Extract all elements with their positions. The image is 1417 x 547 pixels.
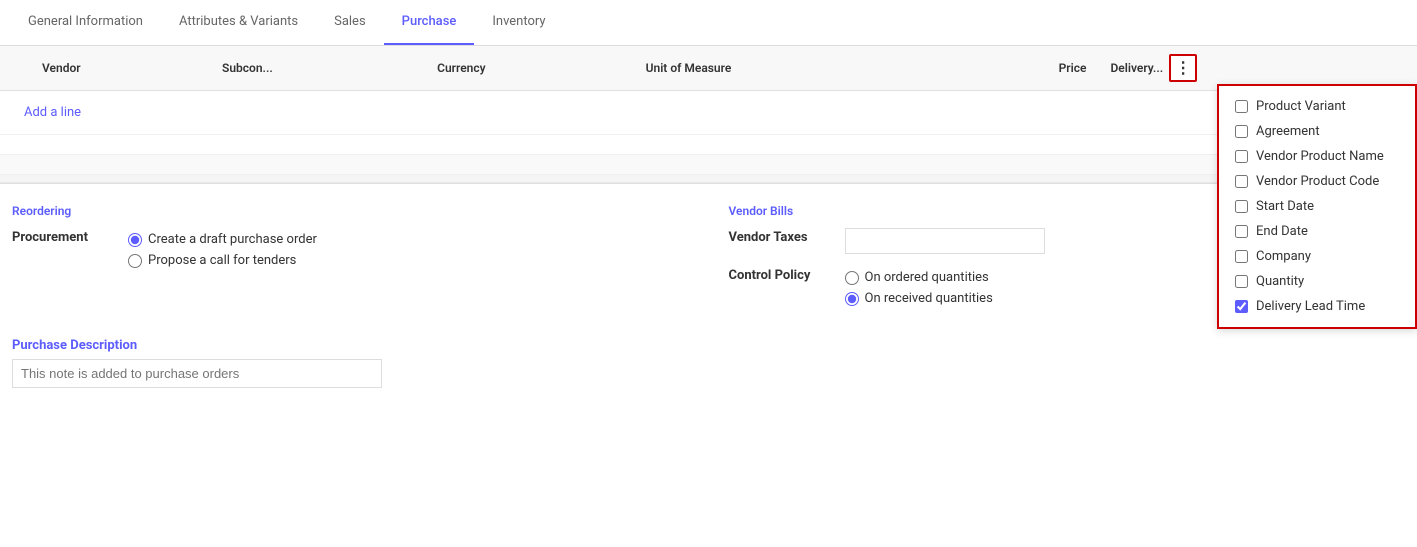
bottom-section: Reordering Procurement Create a draft pu… [0,184,1417,328]
dropdown-checkbox-agreement[interactable] [1235,125,1248,138]
dropdown-item-quantity[interactable]: Quantity [1219,269,1415,294]
control-policy-radio-label-ordered: On ordered quantities [865,270,989,285]
th-currency: Currency [425,46,633,91]
vendor-taxes-input[interactable] [845,228,1045,254]
dropdown-checkbox-quantity[interactable] [1235,275,1248,288]
procurement-row: Procurement Create a draft purchase orde… [12,228,689,268]
control-policy-option-ordered[interactable]: On ordered quantities [845,270,993,285]
dropdown-checkbox-company[interactable] [1235,250,1248,263]
dropdown-checkbox-delivery_lead_time[interactable] [1235,300,1248,313]
dropdown-checkbox-vendor_product_code[interactable] [1235,175,1248,188]
procurement-label: Procurement [12,228,112,245]
tab-bar: General InformationAttributes & Variants… [0,0,1417,46]
dropdown-item-start_date[interactable]: Start Date [1219,194,1415,219]
dropdown-checkbox-end_date[interactable] [1235,225,1248,238]
tab-sales[interactable]: Sales [316,0,384,45]
th-checkbox [0,46,30,91]
tab-general[interactable]: General Information [10,0,161,45]
dropdown-item-vendor_product_name[interactable]: Vendor Product Name [1219,144,1415,169]
procurement-option-draft[interactable]: Create a draft purchase order [128,232,317,247]
reordering-title: Reordering [12,204,689,218]
dropdown-label-end_date: End Date [1256,224,1308,239]
control-policy-radio-ordered[interactable] [845,271,859,285]
th-uom: Unit of Measure [634,46,950,91]
dropdown-label-quantity: Quantity [1256,274,1304,289]
purchase-description-input[interactable] [12,359,382,388]
dropdown-item-product_variant[interactable]: Product Variant [1219,94,1415,119]
dropdown-checkbox-product_variant[interactable] [1235,100,1248,113]
dropdown-item-vendor_product_code[interactable]: Vendor Product Code [1219,169,1415,194]
column-options-dropdown: Product Variant Agreement Vendor Product N… [1217,84,1417,329]
control-policy-option-received[interactable]: On received quantities [845,291,993,306]
dropdown-label-vendor_product_code: Vendor Product Code [1256,174,1379,189]
procurement-radio-label-tenders: Propose a call for tenders [148,253,296,268]
dropdown-checkbox-start_date[interactable] [1235,200,1248,213]
vendor-table-wrapper: VendorSubcon...CurrencyUnit of MeasurePr… [0,46,1417,184]
th-subcon: Subcon... [210,46,425,91]
procurement-option-tenders[interactable]: Propose a call for tenders [128,253,317,268]
column-options-button[interactable]: ⋮ [1169,54,1197,82]
procurement-radio-label-draft: Create a draft purchase order [148,232,317,247]
tab-attributes[interactable]: Attributes & Variants [161,0,316,45]
dropdown-item-agreement[interactable]: Agreement [1219,119,1415,144]
vendor-taxes-label: Vendor Taxes [729,228,829,245]
dropdown-label-product_variant: Product Variant [1256,99,1346,114]
tab-inventory[interactable]: Inventory [474,0,563,45]
th-price: Price [949,46,1098,91]
dropdown-label-start_date: Start Date [1256,199,1314,214]
add-line-button[interactable]: Add a line [12,99,1405,126]
reordering-section: Reordering Procurement Create a draft pu… [12,204,689,318]
dropdown-item-company[interactable]: Company [1219,244,1415,269]
procurement-radio-group: Create a draft purchase order Propose a c… [128,232,317,268]
delivery-th-wrapper: Delivery... ⋮ [1110,54,1405,82]
purchase-description-label: Purchase Description [12,338,1405,353]
control-policy-label: Control Policy [729,266,829,283]
tab-purchase[interactable]: Purchase [384,0,475,45]
dropdown-label-company: Company [1256,249,1311,264]
delivery-th-label: Delivery... [1110,61,1163,75]
dropdown-item-end_date[interactable]: End Date [1219,219,1415,244]
control-policy-radio-group: On ordered quantities On received quantit… [845,270,993,306]
control-policy-radio-label-received: On received quantities [865,291,993,306]
dropdown-label-delivery_lead_time: Delivery Lead Time [1256,299,1365,314]
vendor-table: VendorSubcon...CurrencyUnit of MeasurePr… [0,46,1417,175]
procurement-radio-draft[interactable] [128,233,142,247]
procurement-radio-tenders[interactable] [128,254,142,268]
dropdown-checkbox-vendor_product_name[interactable] [1235,150,1248,163]
dropdown-label-vendor_product_name: Vendor Product Name [1256,149,1384,164]
dropdown-label-agreement: Agreement [1256,124,1320,139]
main-content: VendorSubcon...CurrencyUnit of MeasurePr… [0,46,1417,388]
th-vendor: Vendor [30,46,210,91]
control-policy-radio-received[interactable] [845,292,859,306]
horizontal-scrollbar[interactable] [0,175,1417,183]
dropdown-item-delivery_lead_time[interactable]: Delivery Lead Time [1219,294,1415,319]
purchase-description-section: Purchase Description [0,328,1417,388]
